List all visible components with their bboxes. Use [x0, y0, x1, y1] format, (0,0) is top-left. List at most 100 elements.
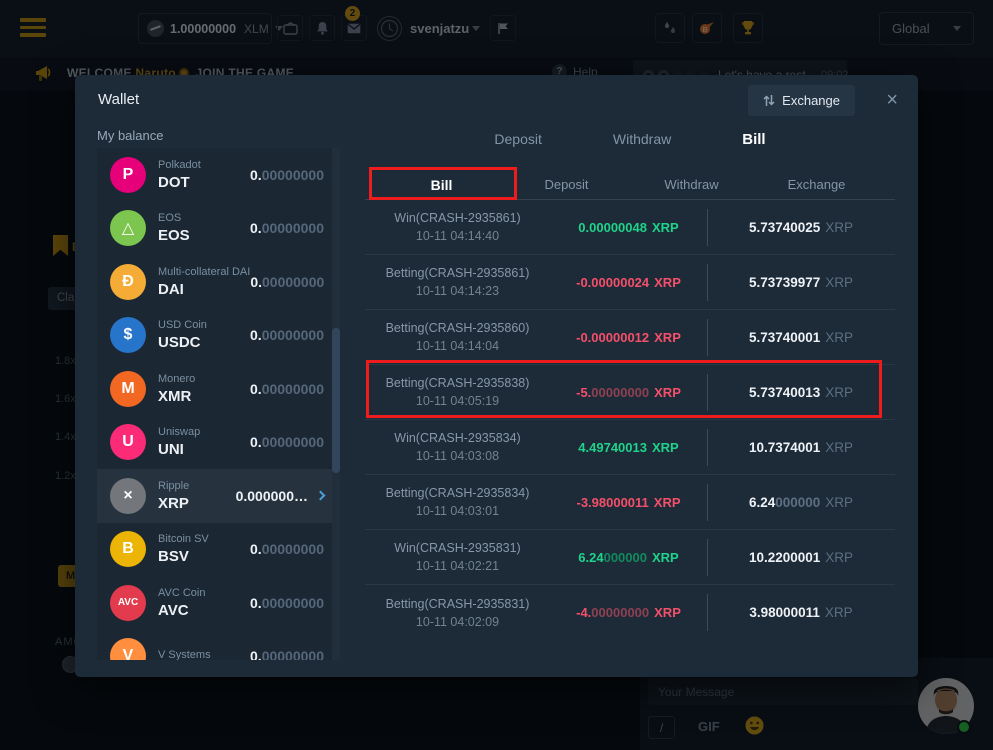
bill-filter-deposit[interactable]: Deposit — [504, 171, 629, 199]
exchange-button[interactable]: Exchange — [748, 85, 855, 116]
tab-withdraw[interactable]: Withdraw — [613, 131, 671, 147]
my-balance-label: My balance — [97, 128, 163, 143]
coin-name: Monero — [158, 373, 195, 385]
divider — [707, 374, 708, 411]
transaction-time: 10-11 04:02:21 — [365, 559, 550, 573]
coin-list-item[interactable]: B Bitcoin SV BSV 0.00000000 — [97, 523, 340, 577]
coin-list-item[interactable]: $ USD Coin USDC 0.00000000 — [97, 309, 340, 363]
coin-balance: 0.00000000 — [250, 167, 324, 183]
coin-ticker: BSV — [158, 548, 209, 565]
transaction-amount: 4.49740013XRP — [550, 440, 707, 455]
exchange-label: Exchange — [782, 93, 840, 108]
bill-filter-tabs: BillDepositWithdrawExchange — [365, 171, 895, 199]
modal-title: Wallet — [98, 91, 139, 108]
transaction-time: 10-11 04:03:01 — [365, 504, 550, 518]
scrollbar-thumb[interactable] — [332, 328, 340, 473]
table-row: Betting(CRASH-2935860) 10-11 04:14:04 -0… — [365, 310, 895, 365]
table-row: Win(CRASH-2935831) 10-11 04:02:21 6.2400… — [365, 530, 895, 585]
divider — [707, 539, 708, 576]
coin-name: EOS — [158, 212, 190, 224]
coin-balance: 0.00000000 — [250, 648, 324, 660]
transaction-time: 10-11 04:14:40 — [365, 229, 550, 243]
coin-list-item[interactable]: AVC AVC Coin AVC 0.00000000 — [97, 576, 340, 630]
coin-ticker: XMR — [158, 388, 195, 405]
transaction-time: 10-11 04:02:09 — [365, 615, 550, 629]
coin-icon: P — [110, 157, 146, 193]
wallet-tabs: Deposit Withdraw Bill — [365, 131, 895, 148]
coin-list-item[interactable]: P Polkadot DOT 0.00000000 — [97, 148, 340, 202]
table-row: Win(CRASH-2935861) 10-11 04:14:40 0.0000… — [365, 200, 895, 255]
coin-name: Polkadot — [158, 159, 201, 171]
transaction-type: Betting(CRASH-2935834) — [365, 486, 550, 500]
coin-list-item[interactable]: × Ripple XRP 0.000000… — [97, 469, 340, 523]
wallet-modal: Wallet Exchange × My balance P Polkadot … — [75, 75, 918, 677]
bill-filter-bill[interactable]: Bill — [379, 171, 504, 199]
transaction-amount: 0.00000048XRP — [550, 220, 707, 235]
tab-deposit[interactable]: Deposit — [494, 131, 541, 147]
running-balance: 5.73740001XRP — [707, 330, 895, 345]
divider — [707, 209, 708, 246]
table-row: Betting(CRASH-2935831) 10-11 04:02:09 -4… — [365, 585, 895, 640]
transaction-type: Betting(CRASH-2935831) — [365, 597, 550, 611]
table-row: Betting(CRASH-2935861) 10-11 04:14:23 -0… — [365, 255, 895, 310]
coin-icon: V — [110, 638, 146, 660]
table-row: Betting(CRASH-2935838) 10-11 04:05:19 -5… — [365, 365, 895, 420]
coin-list-item[interactable]: M Monero XMR 0.00000000 — [97, 362, 340, 416]
close-icon[interactable]: × — [886, 86, 898, 114]
coin-list-item[interactable]: Đ Multi-collateral DAI DAI 0.00000000 — [97, 255, 340, 309]
transaction-time: 10-11 04:05:19 — [365, 394, 550, 408]
coin-name: AVC Coin — [158, 587, 205, 599]
coin-icon: U — [110, 424, 146, 460]
coin-name: Bitcoin SV — [158, 533, 209, 545]
coin-ticker: AVC — [158, 602, 205, 619]
coin-list-item[interactable]: U Uniswap UNI 0.00000000 — [97, 416, 340, 470]
table-row: Betting(CRASH-2935834) 10-11 04:03:01 -3… — [365, 475, 895, 530]
coin-ticker: USDC — [158, 334, 207, 351]
table-row: Win(CRASH-2935834) 10-11 04:03:08 4.4974… — [365, 420, 895, 475]
divider — [707, 594, 708, 631]
running-balance: 3.98000011XRP — [707, 605, 895, 620]
coin-icon: B — [110, 531, 146, 567]
coin-icon: $ — [110, 317, 146, 353]
divider — [707, 429, 708, 466]
transaction-amount: -5.00000000XRP — [550, 385, 707, 400]
coin-ticker: DAI — [158, 281, 250, 298]
coin-name: USD Coin — [158, 319, 207, 331]
bill-filter-exchange[interactable]: Exchange — [754, 171, 879, 199]
running-balance: 10.7374001XRP — [707, 440, 895, 455]
transaction-type: Betting(CRASH-2935838) — [365, 376, 550, 390]
coin-balance: 0.00000000 — [250, 274, 324, 290]
bill-filter-withdraw[interactable]: Withdraw — [629, 171, 754, 199]
exchange-arrows-icon — [763, 94, 775, 107]
coin-balance: 0.00000000 — [250, 541, 324, 557]
transaction-type: Win(CRASH-2935861) — [365, 211, 550, 225]
transaction-time: 10-11 04:14:04 — [365, 339, 550, 353]
coin-icon: × — [110, 478, 146, 514]
tab-bill[interactable]: Bill — [742, 131, 765, 148]
coin-ticker: DOT — [158, 174, 201, 191]
coin-balance: 0.00000000 — [250, 381, 324, 397]
coin-name: Ripple — [158, 480, 189, 492]
coin-name: Uniswap — [158, 426, 200, 438]
coin-balance: 0.00000000 — [250, 434, 324, 450]
coin-icon: Đ — [110, 264, 146, 300]
coin-icon: △ — [110, 210, 146, 246]
bill-table: Win(CRASH-2935861) 10-11 04:14:40 0.0000… — [365, 200, 895, 640]
transaction-amount: -0.00000024XRP — [550, 275, 707, 290]
coin-balance: 0.00000000 — [250, 327, 324, 343]
divider — [707, 319, 708, 356]
divider — [707, 264, 708, 301]
coin-ticker: XRP — [158, 495, 189, 512]
coin-balance: 0.00000000 — [250, 595, 324, 611]
coin-icon: AVC — [110, 585, 146, 621]
coin-name: Multi-collateral DAI — [158, 266, 250, 278]
coin-name: V Systems — [158, 649, 211, 660]
transaction-time: 10-11 04:14:23 — [365, 284, 550, 298]
transaction-amount: -0.00000012XRP — [550, 330, 707, 345]
transaction-type: Win(CRASH-2935834) — [365, 431, 550, 445]
running-balance: 10.2200001XRP — [707, 550, 895, 565]
transaction-amount: -4.00000000XRP — [550, 605, 707, 620]
coin-list-item[interactable]: V V Systems 0.00000000 — [97, 630, 340, 661]
coin-icon: M — [110, 371, 146, 407]
coin-list-item[interactable]: △ EOS EOS 0.00000000 — [97, 202, 340, 256]
